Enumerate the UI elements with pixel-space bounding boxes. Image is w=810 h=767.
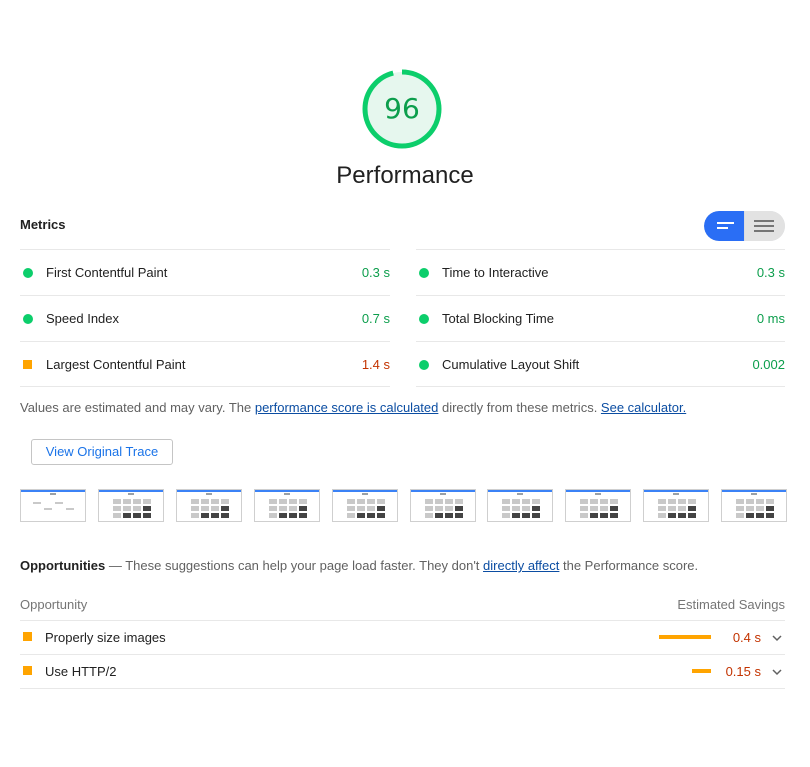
average-square-icon — [23, 632, 32, 641]
metric-name: Total Blocking Time — [442, 311, 554, 326]
column-estimated-savings: Estimated Savings — [677, 597, 785, 612]
column-opportunity: Opportunity — [20, 597, 88, 612]
opportunity-row[interactable]: Use HTTP/2 0.15 s — [20, 654, 785, 689]
metric-name: Cumulative Layout Shift — [442, 357, 580, 372]
filmstrip-frame — [565, 489, 631, 522]
opportunities-description: These suggestions can help your page loa… — [125, 558, 484, 573]
opportunity-row[interactable]: Properly size images 0.4 s — [20, 620, 785, 654]
metric-name: Time to Interactive — [442, 265, 549, 280]
metric-row: Time to Interactive 0.3 s — [416, 249, 785, 295]
metric-row: Total Blocking Time 0 ms — [416, 295, 785, 341]
view-list-button[interactable] — [745, 211, 785, 241]
opportunity-name: Properly size images — [45, 630, 166, 645]
chevron-down-icon[interactable] — [771, 666, 783, 678]
filmstrip — [20, 489, 787, 522]
filmstrip-frame — [254, 489, 320, 522]
heading-dash: — — [105, 558, 126, 573]
directly-affect-link[interactable]: directly affect — [483, 558, 559, 573]
metrics-column-left: First Contentful Paint 0.3 s Speed Index… — [20, 249, 390, 387]
view-summary-icon — [717, 222, 734, 229]
metric-value: 1.4 s — [361, 357, 390, 372]
view-original-trace-button[interactable]: View Original Trace — [31, 439, 173, 465]
filmstrip-frame — [487, 489, 553, 522]
savings-bar — [692, 669, 711, 673]
metric-row: Speed Index 0.7 s — [20, 295, 390, 341]
average-square-icon — [23, 666, 32, 675]
view-summary-button[interactable] — [704, 211, 744, 241]
filmstrip-frame — [98, 489, 164, 522]
pass-circle-icon — [419, 268, 429, 278]
opportunities-title: Opportunities — [20, 558, 106, 573]
pass-circle-icon — [23, 314, 33, 324]
filmstrip-frame — [176, 489, 242, 522]
metric-name: Largest Contentful Paint — [46, 357, 186, 372]
metric-value: 0.3 s — [756, 265, 785, 280]
metric-value: 0.002 — [752, 357, 785, 372]
filmstrip-frame — [20, 489, 86, 522]
filmstrip-frame — [332, 489, 398, 522]
pass-circle-icon — [23, 268, 33, 278]
opportunities-heading: Opportunities — These suggestions can he… — [20, 558, 698, 573]
pass-circle-icon — [419, 360, 429, 370]
metrics-column-right: Time to Interactive 0.3 s Total Blocking… — [416, 249, 785, 387]
metric-row: Cumulative Layout Shift 0.002 — [416, 341, 785, 387]
see-calculator-link[interactable]: See calculator. — [601, 400, 686, 415]
opportunity-name: Use HTTP/2 — [45, 664, 117, 679]
pass-circle-icon — [419, 314, 429, 324]
metrics-heading: Metrics — [20, 217, 66, 232]
savings-bar — [659, 635, 711, 639]
metric-value: 0 ms — [756, 311, 785, 326]
metric-row: Largest Contentful Paint 1.4 s — [20, 341, 390, 387]
view-list-icon — [754, 220, 774, 232]
metric-value: 0.3 s — [361, 265, 390, 280]
metric-name: First Contentful Paint — [46, 265, 168, 280]
metric-row: First Contentful Paint 0.3 s — [20, 249, 390, 295]
score-calculation-link[interactable]: performance score is calculated — [255, 400, 439, 415]
opportunities-list: Properly size images 0.4 s Use HTTP/2 0.… — [20, 620, 785, 689]
description-text: directly from these metrics. — [438, 400, 601, 415]
savings-value: 0.15 s — [725, 664, 761, 679]
filmstrip-frame — [643, 489, 709, 522]
filmstrip-frame — [721, 489, 787, 522]
savings-value: 0.4 s — [732, 630, 761, 645]
metric-name: Speed Index — [46, 311, 120, 326]
chevron-down-icon[interactable] — [771, 632, 783, 644]
opportunities-table-header: Opportunity Estimated Savings — [20, 597, 785, 612]
score-value: 96 — [384, 92, 420, 125]
metric-value: 0.7 s — [361, 311, 390, 326]
metrics-view-toggle — [704, 211, 785, 241]
metrics-description: Values are estimated and may vary. The p… — [20, 400, 686, 415]
score-category-label: Performance — [336, 162, 474, 189]
description-text: Values are estimated and may vary. The — [20, 400, 255, 415]
performance-score-gauge[interactable]: 96 — [360, 67, 444, 151]
average-square-icon — [23, 360, 32, 369]
filmstrip-frame — [410, 489, 476, 522]
opportunities-description-suffix: the Performance score. — [559, 558, 699, 573]
lighthouse-report: 96 Performance Metrics First Contentful … — [0, 0, 810, 767]
